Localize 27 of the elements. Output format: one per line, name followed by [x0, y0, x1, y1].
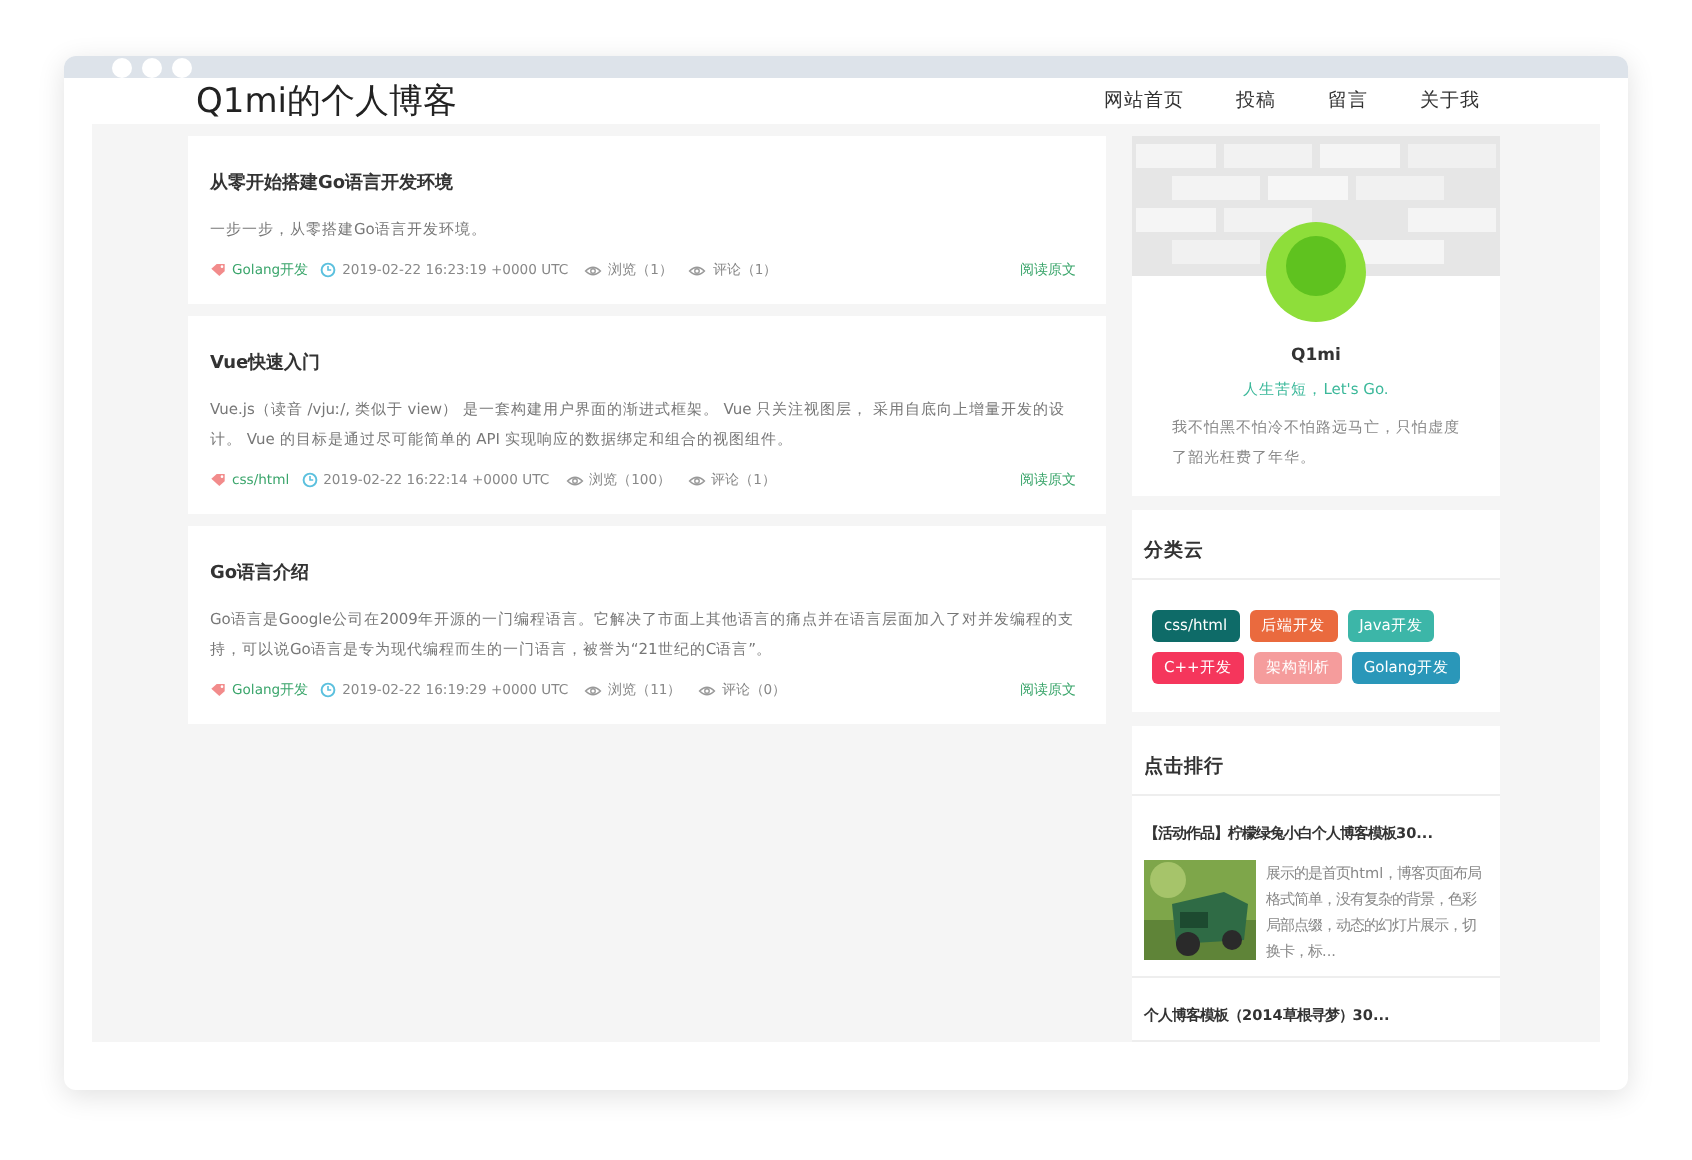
nav-link[interactable]: 投稿: [1236, 88, 1276, 114]
nav-link[interactable]: 网站首页: [1104, 88, 1184, 114]
avatar: [1266, 222, 1366, 322]
tag-icon: [210, 682, 226, 698]
nav-link[interactable]: 关于我: [1420, 88, 1480, 114]
clock-icon: [320, 262, 337, 278]
clock-icon: [301, 472, 318, 488]
eye-icon: [565, 473, 584, 487]
window-dot[interactable]: [172, 57, 192, 77]
post-title[interactable]: Go语言介绍: [210, 560, 1076, 586]
nav-link[interactable]: 留言: [1328, 88, 1368, 114]
window-dot[interactable]: [112, 57, 132, 77]
eye-icon: [697, 683, 716, 697]
eye-icon: [584, 683, 603, 697]
tag-icon: [210, 262, 226, 278]
post-title[interactable]: Vue快速入门: [210, 350, 1076, 376]
eye-icon: [688, 263, 707, 277]
eye-icon: [584, 263, 603, 277]
window-dot[interactable]: [142, 57, 162, 77]
panel-title: 点击排行: [1144, 756, 1224, 778]
profile-name: Q1mi: [1291, 346, 1341, 366]
site-title[interactable]: Q1mi的个人博客: [196, 78, 457, 124]
post-title[interactable]: 从零开始搭建Go语言开发环境: [210, 170, 1076, 196]
panel-title: 分类云: [1144, 540, 1204, 562]
clock-icon: [320, 682, 337, 698]
eye-icon: [687, 473, 706, 487]
tag-icon: [210, 472, 226, 488]
